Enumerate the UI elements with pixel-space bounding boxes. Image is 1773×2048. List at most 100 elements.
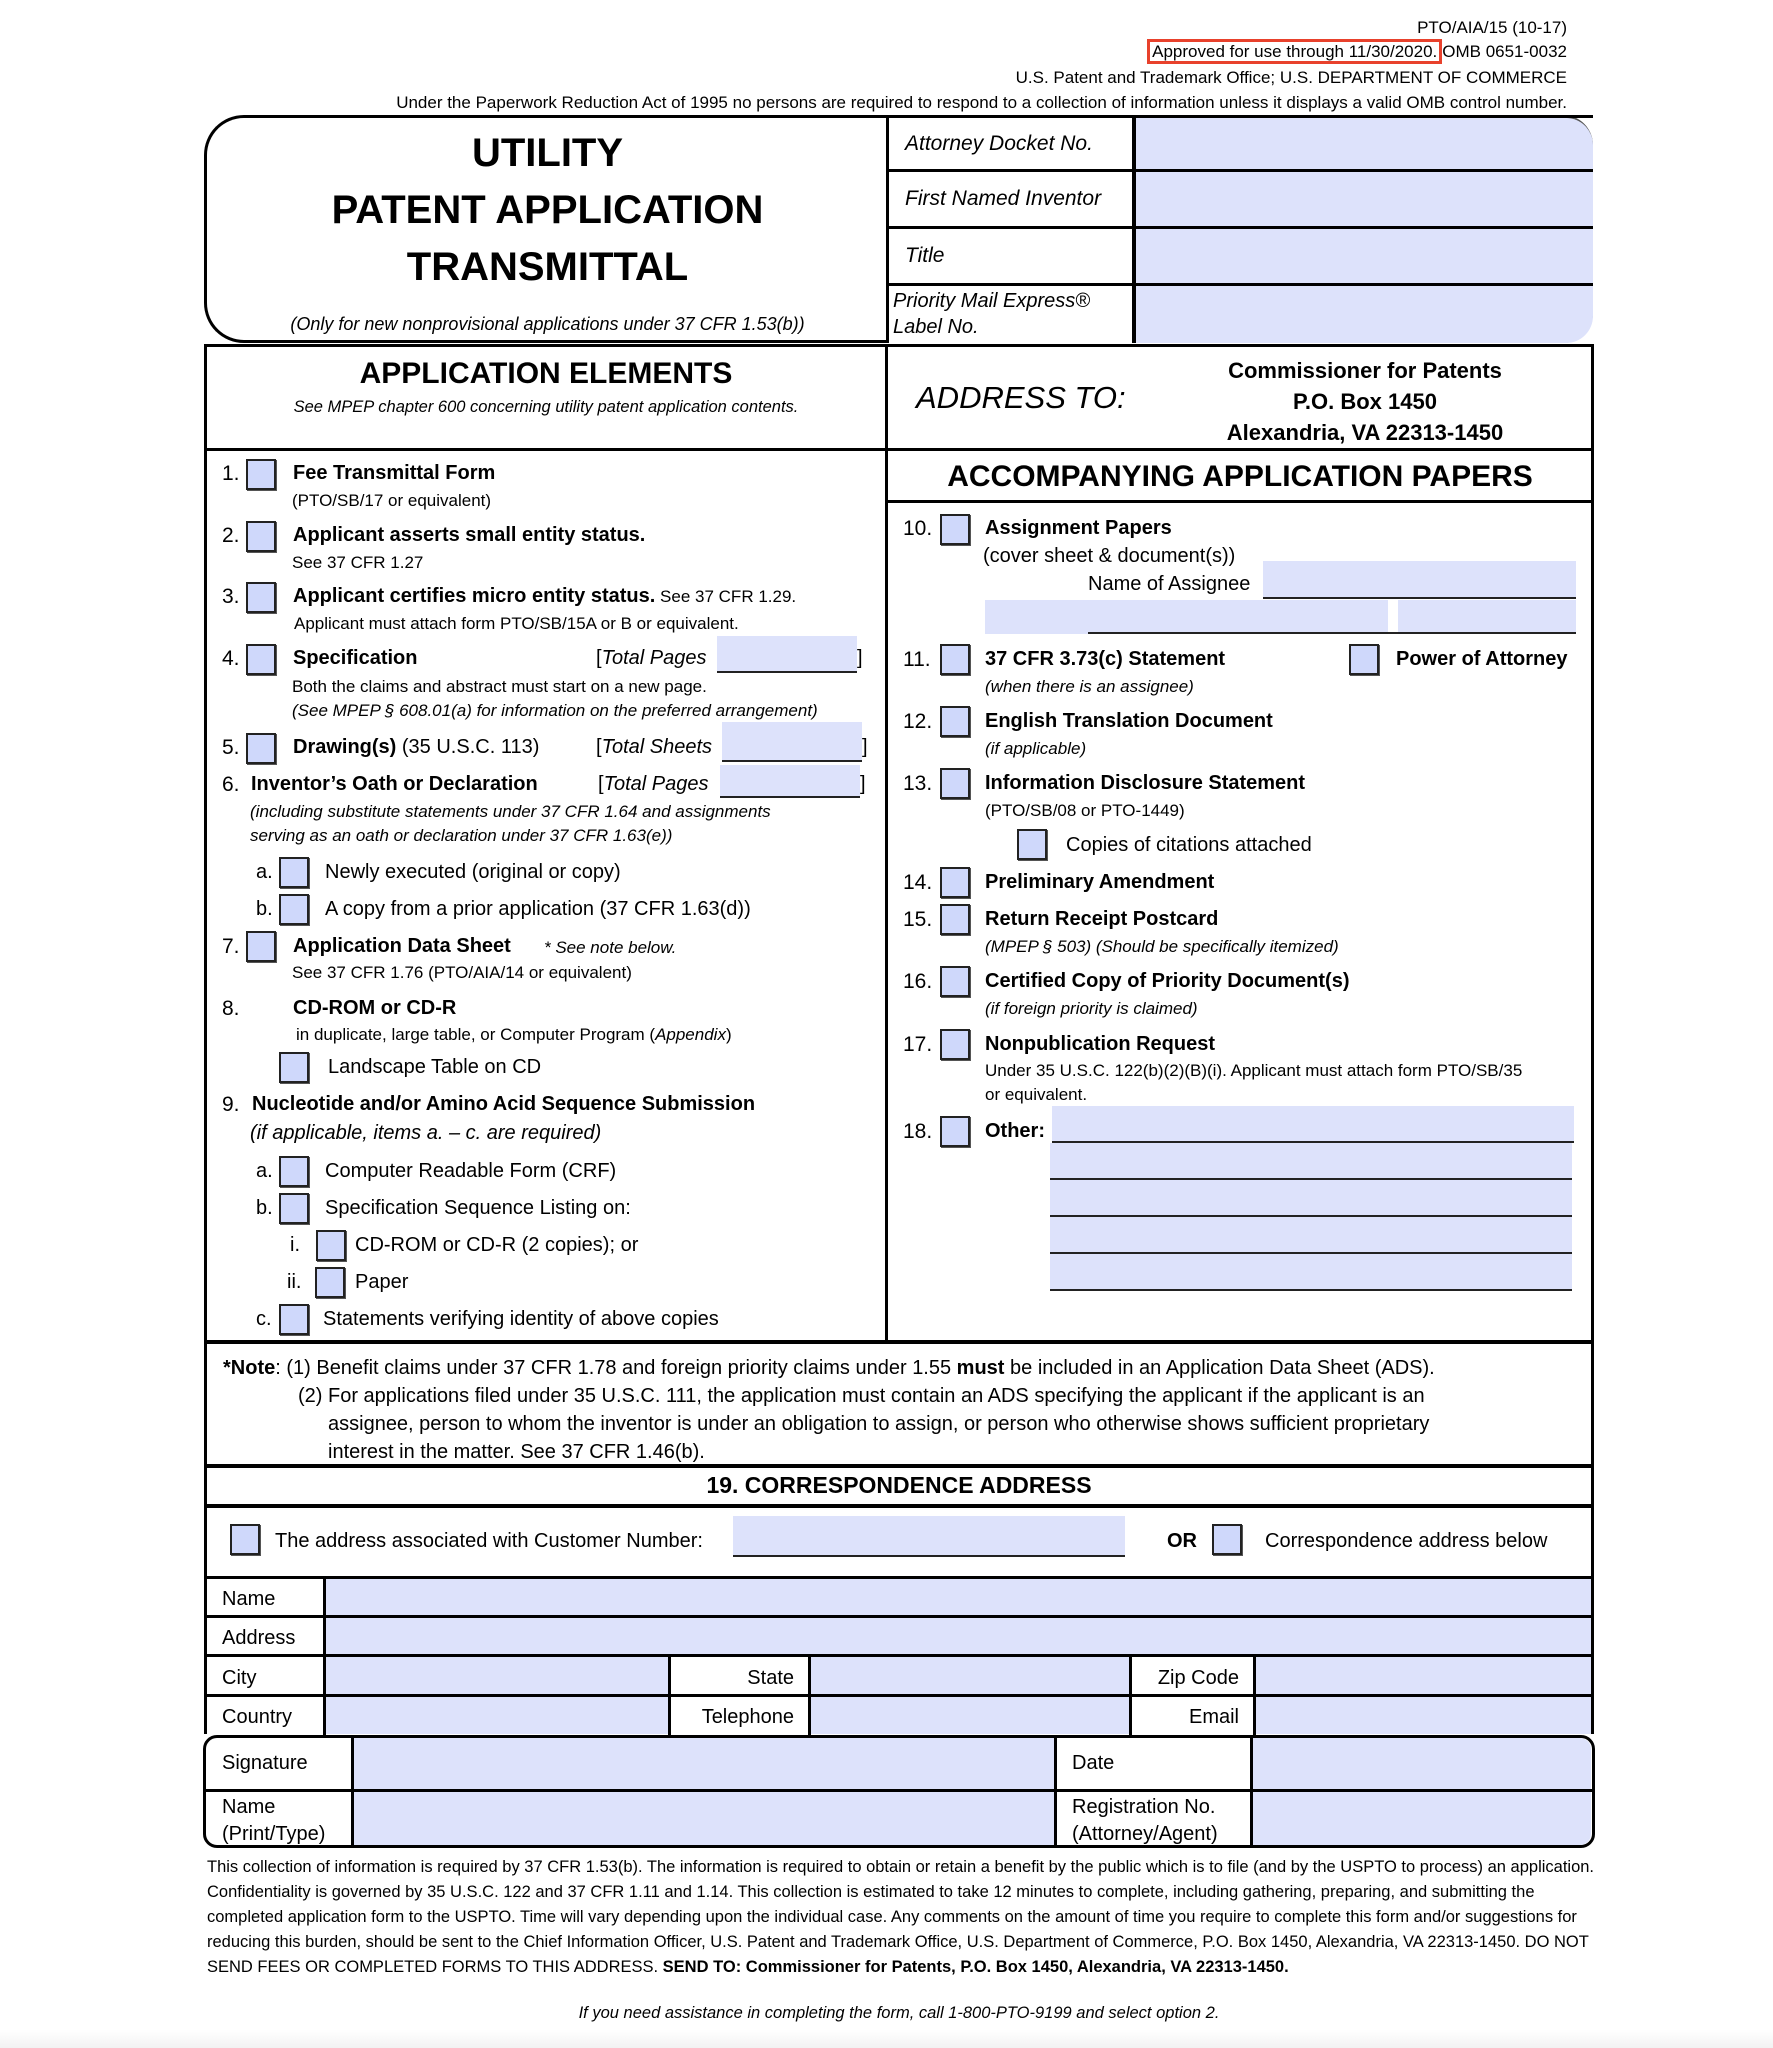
item-8-number: 8.	[222, 997, 240, 1020]
note-p1-b: be included in an Application Data Sheet…	[1004, 1357, 1435, 1379]
item-12-checkbox[interactable]	[940, 706, 970, 737]
application-elements-subtitle: See MPEP chapter 600 concerning utility …	[293, 398, 799, 416]
signature-input[interactable]	[354, 1738, 1054, 1789]
item-17-checkbox[interactable]	[940, 1029, 970, 1060]
item-9a-checkbox[interactable]	[279, 1156, 309, 1187]
application-elements-title: APPLICATION ELEMENTS	[359, 357, 733, 390]
email-input[interactable]	[1256, 1697, 1591, 1734]
correspondence-below-label: Correspondence address below	[1265, 1530, 1548, 1552]
item-6-sub2: serving as an oath or declaration under …	[250, 826, 673, 845]
item-4-total-pages-input[interactable]	[717, 636, 857, 673]
state-input[interactable]	[811, 1657, 1129, 1694]
note-line-3: assignee, person to whom the inventor is…	[328, 1413, 1430, 1435]
item-9bii-label: Paper	[355, 1271, 409, 1293]
assignee-line2-input-b[interactable]	[1398, 600, 1576, 634]
item-9b-label: Specification Sequence Listing on:	[325, 1197, 631, 1219]
item-11-checkbox[interactable]	[940, 644, 970, 675]
customer-number-checkbox[interactable]	[230, 1524, 260, 1555]
address-input[interactable]	[326, 1618, 1591, 1654]
name-label: Name	[222, 1588, 276, 1610]
omb-number: OMB 0651-0032	[1442, 42, 1567, 61]
item-3-label-wrap: Applicant certifies micro entity status.…	[293, 585, 796, 608]
corr-label-divider	[323, 1579, 326, 1735]
item-8-landscape-checkbox[interactable]	[279, 1052, 309, 1083]
registration-input[interactable]	[1253, 1792, 1591, 1845]
print-name-input[interactable]	[354, 1792, 1054, 1845]
other-input-line-5[interactable]	[1050, 1254, 1572, 1291]
item-9bii-checkbox[interactable]	[315, 1267, 345, 1298]
item-5-checkbox[interactable]	[246, 733, 276, 764]
item-10-label: Assignment Papers	[985, 517, 1172, 539]
note-p1-must: must	[956, 1357, 1005, 1379]
telephone-input[interactable]	[811, 1697, 1129, 1734]
title-box: UTILITY PATENT APPLICATION TRANSMITTAL (…	[204, 115, 888, 343]
item-15-number: 15.	[903, 908, 933, 931]
title-line-1: UTILITY	[471, 131, 624, 175]
item-5-number: 5.	[222, 736, 240, 759]
customer-number-input[interactable]	[733, 1516, 1125, 1557]
item-13-label: Information Disclosure Statement	[985, 772, 1306, 794]
city-label: City	[222, 1667, 257, 1689]
item-6b-checkbox[interactable]	[279, 894, 309, 925]
power-of-attorney-checkbox[interactable]	[1349, 644, 1379, 675]
item-6a-checkbox[interactable]	[279, 857, 309, 888]
item-10-checkbox[interactable]	[940, 514, 970, 545]
item-6-total-pages-input[interactable]	[720, 765, 860, 798]
item-1-checkbox[interactable]	[246, 459, 276, 490]
item-15-label: Return Receipt Postcard	[985, 908, 1219, 930]
item-14-number: 14.	[903, 871, 933, 894]
correspondence-below-checkbox[interactable]	[1212, 1524, 1242, 1555]
item-9bi-checkbox[interactable]	[316, 1230, 346, 1261]
country-input[interactable]	[326, 1697, 668, 1734]
other-input-line-1[interactable]	[1052, 1106, 1574, 1143]
item-4-label: Specification	[293, 647, 418, 669]
zip-input[interactable]	[1256, 1657, 1591, 1694]
item-6-sub: (including substitute statements under 3…	[250, 802, 771, 821]
assistance-line: If you need assistance in completing the…	[578, 2004, 1220, 2022]
item-9c-checkbox[interactable]	[279, 1304, 309, 1335]
print-name-label-2: (Print/Type)	[222, 1823, 326, 1845]
signature-label: Signature	[222, 1752, 308, 1774]
title-input[interactable]	[1136, 229, 1593, 283]
address-line-3: Alexandria, VA 22313-1450	[1226, 420, 1504, 445]
item-2-checkbox[interactable]	[246, 521, 276, 552]
assignee-name-input[interactable]	[1263, 561, 1576, 599]
item-9b-checkbox[interactable]	[279, 1193, 309, 1224]
item-3-number: 3.	[222, 585, 240, 608]
assignee-line2-input-a[interactable]	[985, 600, 1388, 634]
name-input[interactable]	[326, 1579, 1591, 1615]
note-bottom-divider	[204, 1464, 1594, 1468]
item-8-label: CD-ROM or CD-R	[293, 997, 457, 1019]
item-17-sub: Under 35 U.S.C. 122(b)(2)(B)(i). Applica…	[985, 1061, 1523, 1080]
item-5-total-sheets-input[interactable]	[722, 722, 862, 762]
items-bottom-divider	[204, 1340, 1594, 1344]
item-3-checkbox[interactable]	[246, 582, 276, 613]
priority-mail-input[interactable]	[1136, 286, 1593, 343]
item-16-number: 16.	[903, 970, 933, 993]
registration-label: Registration No. (Attorney/Agent)	[1072, 1794, 1218, 1848]
date-input[interactable]	[1253, 1738, 1591, 1789]
zip-label: Zip Code	[1157, 1667, 1239, 1689]
other-input-line-3[interactable]	[1050, 1180, 1572, 1217]
item-9a-letter: a.	[256, 1160, 273, 1182]
other-input-line-2[interactable]	[1050, 1143, 1572, 1180]
address-line-2: P.O. Box 1450	[1293, 389, 1437, 414]
copies-citations-checkbox[interactable]	[1017, 829, 1047, 860]
item-4-count-label: Total Pages	[601, 647, 707, 669]
item-9bi-label: CD-ROM or CD-R (2 copies); or	[355, 1234, 639, 1256]
item-15-checkbox[interactable]	[940, 904, 970, 935]
corr-col-divider-4	[1253, 1657, 1256, 1735]
other-input-line-4[interactable]	[1050, 1217, 1572, 1254]
item-7-checkbox[interactable]	[246, 931, 276, 962]
inventor-input[interactable]	[1136, 172, 1593, 226]
omb-line: Approved for use through 11/30/2020. OMB …	[1147, 39, 1567, 64]
item-13-checkbox[interactable]	[940, 768, 970, 799]
city-input[interactable]	[326, 1657, 668, 1694]
docket-input[interactable]	[1136, 118, 1593, 169]
item-14-checkbox[interactable]	[940, 867, 970, 898]
item-18-checkbox[interactable]	[940, 1116, 970, 1147]
item-4-checkbox[interactable]	[246, 644, 276, 675]
item-17-label: Nonpublication Request	[985, 1033, 1215, 1055]
item-16-checkbox[interactable]	[940, 966, 970, 997]
item-6b-letter: b.	[256, 898, 273, 920]
